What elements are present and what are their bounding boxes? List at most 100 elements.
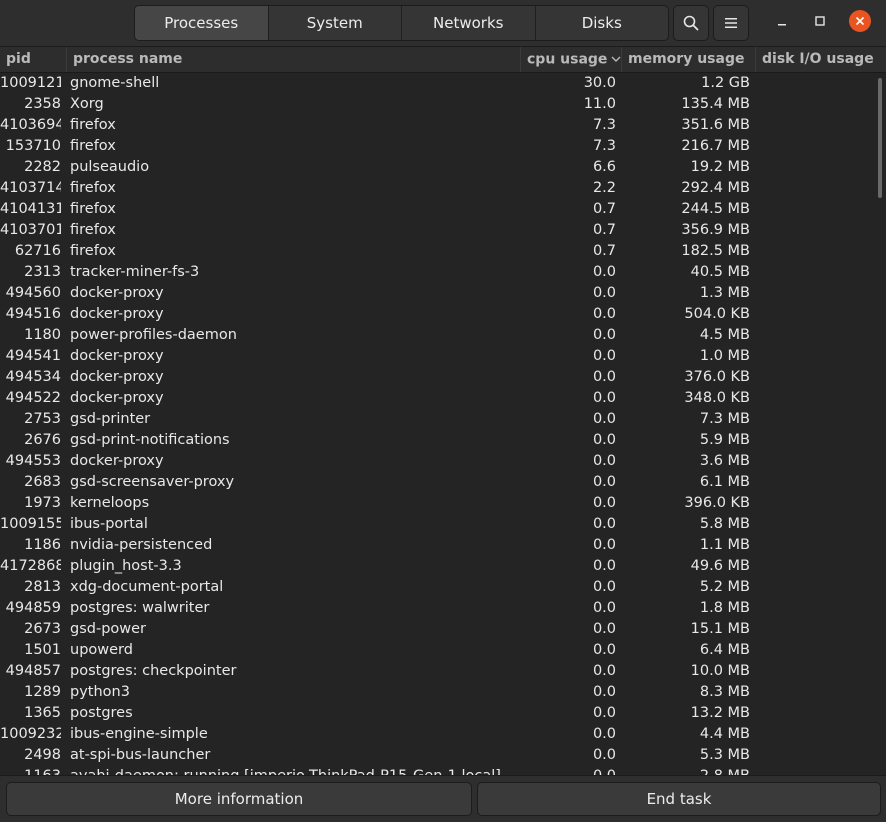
search-button[interactable] xyxy=(673,5,709,41)
process-pid: 494553 xyxy=(5,453,61,469)
process-pid: 62716 xyxy=(14,243,61,259)
process-row[interactable]: 494859 postgres: walwriter 0.0 1.8 MB xyxy=(0,598,886,619)
process-list[interactable]: 1009121 gnome-shell 30.0 1.2 GB 2358 Xorg 11.0… xyxy=(0,73,886,775)
tab-networks[interactable]: Networks xyxy=(402,6,536,40)
process-memory-usage: 376.0 KB xyxy=(684,369,750,385)
process-row[interactable]: 2498 at-spi-bus-launcher 0.0 5.3 MB xyxy=(0,745,886,766)
maximize-button[interactable] xyxy=(809,10,831,32)
process-memory-usage: 3.6 MB xyxy=(699,453,750,469)
column-header-disk-io-usage[interactable]: disk I/O usage xyxy=(756,47,886,72)
process-row[interactable]: 1365 postgres 0.0 13.2 MB xyxy=(0,703,886,724)
process-name: firefox xyxy=(70,180,116,196)
process-row[interactable]: 1009121 gnome-shell 30.0 1.2 GB xyxy=(0,73,886,94)
process-pid: 494516 xyxy=(5,306,61,322)
close-button[interactable] xyxy=(849,10,871,32)
process-row[interactable]: 2676 gsd-print-notifications 0.0 5.9 MB xyxy=(0,430,886,451)
process-row[interactable]: 153710 firefox 7.3 216.7 MB xyxy=(0,136,886,157)
process-row[interactable]: 1009155 ibus-portal 0.0 5.8 MB xyxy=(0,514,886,535)
scrollbar[interactable] xyxy=(878,78,882,198)
menu-button[interactable] xyxy=(713,5,749,41)
process-pid: 1163 xyxy=(0,766,61,775)
process-row[interactable]: 2313 tracker-miner-fs-3 0.0 40.5 MB xyxy=(0,262,886,283)
process-row[interactable]: 4103701 firefox 0.7 356.9 MB xyxy=(0,220,886,241)
process-cpu-usage: 0.0 xyxy=(592,495,616,511)
process-name: kerneloops xyxy=(70,495,150,511)
tab-processes[interactable]: Processes xyxy=(135,6,269,40)
process-memory-usage: 4.5 MB xyxy=(699,327,750,343)
column-header-pid[interactable]: pid xyxy=(0,47,67,72)
column-header-memory-usage[interactable]: memory usage xyxy=(622,47,756,72)
process-row[interactable]: 1009232 ibus-engine-simple 0.0 4.4 MB xyxy=(0,724,886,745)
process-row[interactable]: 2673 gsd-power 0.0 15.1 MB xyxy=(0,619,886,640)
more-information-button[interactable]: More information xyxy=(6,782,472,816)
process-row[interactable]: 4103694 firefox 7.3 351.6 MB xyxy=(0,115,886,136)
process-memory-usage: 1.1 MB xyxy=(699,537,750,553)
column-label-process-name: process name xyxy=(73,51,183,67)
process-row[interactable]: 1180 power-profiles-daemon 0.0 4.5 MB xyxy=(0,325,886,346)
process-row[interactable]: 4103714 firefox 2.2 292.4 MB xyxy=(0,178,886,199)
process-row[interactable]: 2753 gsd-printer 0.0 7.3 MB xyxy=(0,409,886,430)
process-cpu-usage: 7.3 xyxy=(592,117,616,133)
process-name: gsd-print-notifications xyxy=(70,432,230,448)
process-row[interactable]: 494522 docker-proxy 0.0 348.0 KB xyxy=(0,388,886,409)
process-row[interactable]: 2282 pulseaudio 6.6 19.2 MB xyxy=(0,157,886,178)
process-pid: 2358 xyxy=(24,96,61,112)
close-icon xyxy=(855,16,865,26)
process-row[interactable]: 1973 kerneloops 0.0 396.0 KB xyxy=(0,493,886,514)
process-row[interactable]: 1289 python3 0.0 8.3 MB xyxy=(0,682,886,703)
end-task-button[interactable]: End task xyxy=(477,782,881,816)
minimize-button[interactable] xyxy=(771,10,793,32)
process-row[interactable]: 1501 upowerd 0.0 6.4 MB xyxy=(0,640,886,661)
view-switcher: Processes System Networks Disks xyxy=(134,5,669,41)
process-name: docker-proxy xyxy=(70,285,164,301)
process-pid: 1009121 xyxy=(0,75,61,91)
column-label-cpu-usage: cpu usage xyxy=(527,51,608,68)
tab-disks[interactable]: Disks xyxy=(536,6,669,40)
process-memory-usage: 6.1 MB xyxy=(699,474,750,490)
process-row[interactable]: 494541 docker-proxy 0.0 1.0 MB xyxy=(0,346,886,367)
tab-system[interactable]: System xyxy=(269,6,402,40)
process-cpu-usage: 0.0 xyxy=(592,348,616,364)
process-cpu-usage: 0.0 xyxy=(592,453,616,469)
process-row[interactable]: 494857 postgres: checkpointer 0.0 10.0 MB xyxy=(0,661,886,682)
process-pid: 494541 xyxy=(5,348,61,364)
process-row[interactable]: 494560 docker-proxy 0.0 1.3 MB xyxy=(0,283,886,304)
process-cpu-usage: 0.7 xyxy=(592,201,616,217)
process-cpu-usage: 0.0 xyxy=(592,579,616,595)
process-row[interactable]: 494516 docker-proxy 0.0 504.0 KB xyxy=(0,304,886,325)
process-memory-usage: 351.6 MB xyxy=(681,117,750,133)
search-icon xyxy=(683,15,699,31)
column-header-process-name[interactable]: process name xyxy=(67,47,521,72)
process-pid: 4172868 xyxy=(0,558,61,574)
process-pid: 1365 xyxy=(24,705,61,721)
process-row[interactable]: 494534 docker-proxy 0.0 376.0 KB xyxy=(0,367,886,388)
process-pid: 1501 xyxy=(24,642,61,658)
process-row[interactable]: 2683 gsd-screensaver-proxy 0.0 6.1 MB xyxy=(0,472,886,493)
process-row[interactable]: 62716 firefox 0.7 182.5 MB xyxy=(0,241,886,262)
process-pid: 494534 xyxy=(5,369,61,385)
process-row[interactable]: 2358 Xorg 11.0 135.4 MB xyxy=(0,94,886,115)
process-memory-usage: 5.8 MB xyxy=(699,516,750,532)
process-memory-usage: 6.4 MB xyxy=(699,642,750,658)
process-name: ibus-portal xyxy=(70,516,148,532)
column-header-cpu-usage[interactable]: cpu usage xyxy=(521,47,622,72)
process-row[interactable]: 2813 xdg-document-portal 0.0 5.2 MB xyxy=(0,577,886,598)
process-row[interactable]: 1163 avahi-daemon: running [imperio-Think… xyxy=(0,766,886,775)
process-memory-usage: 292.4 MB xyxy=(681,180,750,196)
process-pid: 1186 xyxy=(24,537,61,553)
process-row[interactable]: 494553 docker-proxy 0.0 3.6 MB xyxy=(0,451,886,472)
process-name: avahi-daemon: running [imperio-ThinkPad-… xyxy=(70,766,518,775)
process-cpu-usage: 0.0 xyxy=(592,306,616,322)
process-row[interactable]: 4172868 plugin_host-3.3 0.0 49.6 MB xyxy=(0,556,886,577)
process-row[interactable]: 4104131 firefox 0.7 244.5 MB xyxy=(0,199,886,220)
process-cpu-usage: 0.0 xyxy=(592,747,616,763)
process-row[interactable]: 1186 nvidia-persistenced 0.0 1.1 MB xyxy=(0,535,886,556)
process-pid: 4103714 xyxy=(0,180,61,196)
column-label-disk-io-usage: disk I/O usage xyxy=(762,51,874,67)
process-name: docker-proxy xyxy=(70,390,164,406)
process-memory-usage: 4.4 MB xyxy=(699,726,750,742)
process-pid: 2498 xyxy=(24,747,61,763)
process-pid: 2683 xyxy=(24,474,61,490)
process-name: upowerd xyxy=(70,642,133,658)
process-pid: 1180 xyxy=(24,327,61,343)
